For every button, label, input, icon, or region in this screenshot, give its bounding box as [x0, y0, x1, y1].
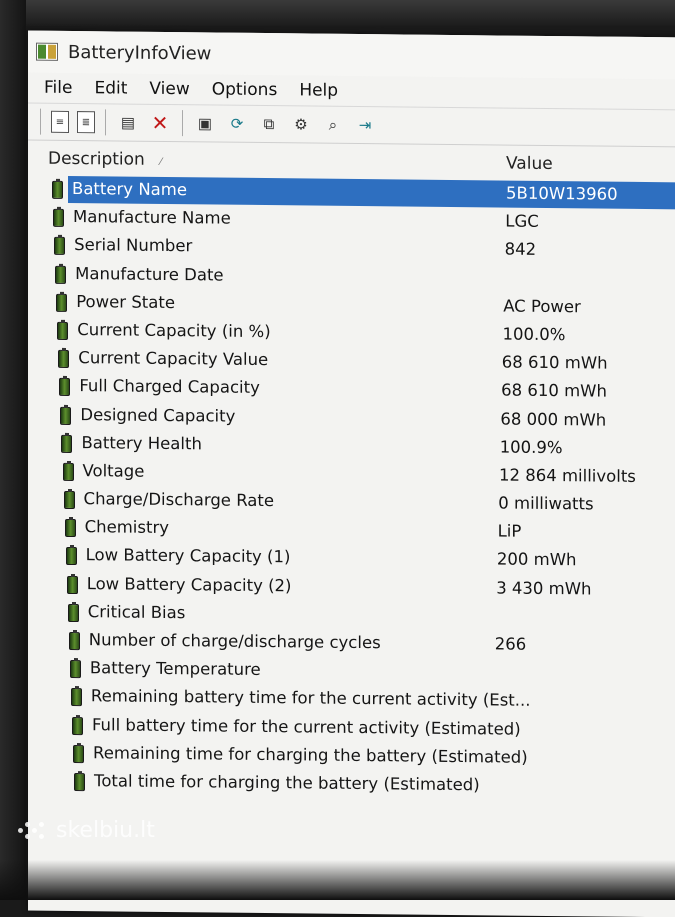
- column-header-description[interactable]: Description: [48, 149, 145, 170]
- row-description: Full battery time for the current activi…: [91, 714, 521, 739]
- row-description: Full Charged Capacity: [79, 376, 260, 398]
- row-description: Battery Health: [81, 432, 202, 454]
- app-window: BatteryInfoView File Edit View Options H…: [28, 30, 675, 917]
- row-value: 68 610 mWh: [501, 352, 608, 373]
- window-title: BatteryInfoView: [68, 41, 212, 64]
- column-header-value[interactable]: Value: [506, 154, 553, 174]
- html-report-icon[interactable]: ≣: [77, 111, 95, 134]
- battery-icon: [68, 631, 80, 651]
- refresh-icon[interactable]: ⟳: [225, 112, 249, 136]
- row-value: 68 610 mWh: [501, 380, 607, 401]
- battery-info-list: Battery Name 5B10W13960 Manufacture Name LG…: [28, 175, 675, 802]
- battery-icon: [66, 575, 78, 594]
- row-description: Critical Bias: [87, 601, 186, 623]
- battery-icon: [62, 462, 74, 481]
- row-value: 100.9%: [499, 437, 563, 457]
- battery-icon: [60, 406, 72, 425]
- battery-icon: [54, 237, 66, 256]
- row-description: Battery Name: [72, 179, 187, 200]
- find-icon[interactable]: ⌕: [321, 113, 345, 137]
- row-description: Current Capacity Value: [78, 348, 269, 370]
- row-description: Number of charge/discharge cycles: [88, 630, 381, 653]
- row-description: Remaining battery time for the current a…: [90, 686, 531, 711]
- row-description: Low Battery Capacity (1): [85, 545, 291, 567]
- row-value: 200 mWh: [496, 549, 577, 570]
- row-description: Designed Capacity: [80, 404, 236, 426]
- row-description: Manufacture Date: [75, 263, 224, 285]
- row-value: 12 864 millivolts: [499, 465, 636, 486]
- list-item[interactable]: Total time for charging the battery (Est…: [28, 766, 675, 801]
- battery-icon: [59, 378, 71, 397]
- row-value: 842: [504, 239, 537, 260]
- menu-help[interactable]: Help: [299, 80, 338, 100]
- menu-file[interactable]: File: [44, 78, 72, 98]
- menu-options[interactable]: Options: [212, 79, 278, 100]
- row-description: Power State: [76, 291, 175, 312]
- row-description: Battery Temperature: [89, 658, 261, 680]
- battery-icon: [69, 660, 81, 679]
- row-value: AC Power: [503, 296, 581, 317]
- row-value: 68 000 mWh: [500, 408, 607, 430]
- row-description: Low Battery Capacity (2): [86, 573, 292, 595]
- row-description: Serial Number: [74, 235, 193, 256]
- save-icon[interactable]: ▣: [193, 111, 217, 135]
- battery-icon: [53, 208, 65, 228]
- monitor-bezel-top: [0, 0, 675, 26]
- row-description: Total time for charging the battery (Est…: [94, 771, 480, 795]
- toolbar-separator: [40, 108, 41, 135]
- delete-icon[interactable]: ✕: [148, 111, 172, 135]
- monitor-bezel-left: [0, 0, 26, 900]
- row-value: LiP: [497, 521, 522, 541]
- row-value: 0 milliwatts: [498, 493, 594, 514]
- battery-icon: [56, 293, 68, 312]
- copy-icon[interactable]: ⧉: [257, 112, 281, 136]
- row-value: 5B10W13960: [506, 183, 618, 204]
- battery-icon: [61, 434, 73, 453]
- row-description: Remaining time for charging the battery …: [93, 742, 528, 767]
- battery-icon: [71, 716, 83, 735]
- battery-icon: [57, 321, 69, 340]
- battery-icon: [63, 490, 75, 510]
- exit-icon[interactable]: ⇥: [353, 113, 377, 137]
- text-report-icon[interactable]: ▤: [116, 110, 140, 134]
- battery-icon: [58, 349, 70, 369]
- battery-icon: [52, 180, 63, 199]
- row-description: Current Capacity (in %): [77, 319, 271, 342]
- battery-icon: [65, 547, 77, 566]
- watermark-text: skelbiu.lt: [56, 818, 155, 843]
- row-value: 3 430 mWh: [496, 578, 592, 599]
- battery-icon: [55, 265, 67, 284]
- options-icon[interactable]: ⚙: [289, 112, 313, 136]
- row-description: Charge/Discharge Rate: [83, 489, 275, 511]
- watermark-logo-icon: [18, 820, 48, 842]
- row-value: 266: [494, 634, 527, 654]
- row-value: 100.0%: [502, 324, 566, 345]
- battery-icon: [70, 688, 82, 707]
- toolbar-separator: [105, 109, 106, 136]
- monitor-bezel-bottom: [0, 860, 675, 900]
- title-bar[interactable]: BatteryInfoView: [28, 30, 675, 80]
- properties-icon[interactable]: ≡: [51, 110, 69, 133]
- toolbar-separator: [182, 110, 183, 137]
- battery-icon: [64, 519, 76, 538]
- battery-icon: [67, 603, 79, 622]
- menu-view[interactable]: View: [149, 79, 189, 99]
- app-icon: [36, 42, 58, 61]
- row-value: LGC: [505, 211, 539, 232]
- battery-icon: [74, 772, 86, 792]
- watermark: skelbiu.lt: [18, 818, 155, 843]
- battery-icon: [73, 744, 84, 763]
- sort-indicator-icon: ⁄: [160, 156, 162, 168]
- row-description: Manufacture Name: [73, 207, 231, 228]
- row-description: Chemistry: [84, 517, 169, 538]
- menu-edit[interactable]: Edit: [94, 78, 127, 98]
- row-description: Voltage: [82, 460, 145, 481]
